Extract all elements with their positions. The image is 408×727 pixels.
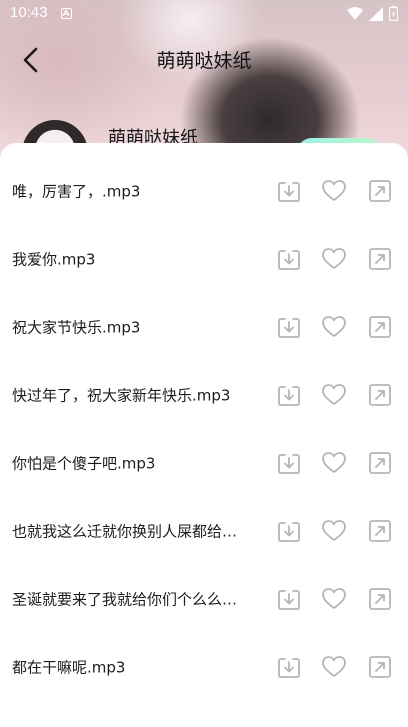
track-row[interactable]: 你怕是个傻子吧.mp3: [0, 429, 408, 497]
battery-icon: [388, 6, 399, 25]
wifi-icon: [347, 6, 363, 25]
share-icon[interactable]: [367, 450, 393, 476]
heart-icon[interactable]: [321, 518, 347, 544]
heart-icon[interactable]: [321, 246, 347, 272]
download-icon[interactable]: [276, 654, 302, 680]
download-icon[interactable]: [276, 314, 302, 340]
status-time: 10:43: [10, 4, 48, 21]
track-title: 你怕是个傻子吧.mp3: [12, 454, 156, 473]
download-icon[interactable]: [276, 450, 302, 476]
heart-icon[interactable]: [321, 178, 347, 204]
download-icon[interactable]: [276, 246, 302, 272]
status-icons: [347, 6, 399, 25]
heart-icon[interactable]: [321, 586, 347, 612]
track-title: 都在干嘛呢.mp3: [12, 658, 126, 677]
share-icon[interactable]: [367, 382, 393, 408]
track-row[interactable]: 唯，厉害了，.mp3: [0, 157, 408, 225]
page-title: 萌萌哒妹纸: [156, 50, 252, 72]
track-title: 圣诞就要来了我就给你们个么么…: [12, 590, 238, 609]
notification-a-icon: [61, 8, 72, 19]
track-row[interactable]: 也就我这么迁就你换别人屎都给…: [0, 497, 408, 565]
status-bar: 10:43: [0, 0, 408, 28]
download-icon[interactable]: [276, 518, 302, 544]
track-title: 祝大家节快乐.mp3: [12, 318, 141, 337]
share-icon[interactable]: [367, 586, 393, 612]
top-bar: 萌萌哒妹纸: [0, 28, 408, 88]
share-icon[interactable]: [367, 654, 393, 680]
share-icon[interactable]: [367, 314, 393, 340]
track-title: 也就我这么迁就你换别人屎都给…: [12, 522, 238, 541]
track-title: 我爱你.mp3: [12, 250, 96, 269]
share-icon[interactable]: [367, 178, 393, 204]
track-row[interactable]: 都在干嘛呢.mp3: [0, 633, 408, 701]
track-row[interactable]: 我爱你.mp3: [0, 225, 408, 293]
heart-icon[interactable]: [321, 654, 347, 680]
heart-icon[interactable]: [321, 450, 347, 476]
track-title: 唯，厉害了，.mp3: [12, 182, 141, 201]
track-title: 快过年了，祝大家新年快乐.mp3: [12, 386, 231, 405]
track-row[interactable]: 圣诞就要来了我就给你们个么么…: [0, 565, 408, 633]
download-icon[interactable]: [276, 586, 302, 612]
heart-icon[interactable]: [321, 314, 347, 340]
track-row[interactable]: 祝大家节快乐.mp3: [0, 293, 408, 361]
track-list-sheet: 唯，厉害了，.mp3 我爱你.mp3 祝大家节快乐.mp3 快过年了，祝大家新年快乐.…: [0, 143, 408, 727]
download-icon[interactable]: [276, 382, 302, 408]
track-row[interactable]: 快过年了，祝大家新年快乐.mp3: [0, 361, 408, 429]
share-icon[interactable]: [367, 518, 393, 544]
download-icon[interactable]: [276, 178, 302, 204]
share-icon[interactable]: [367, 246, 393, 272]
heart-icon[interactable]: [321, 382, 347, 408]
signal-icon: [369, 6, 383, 25]
